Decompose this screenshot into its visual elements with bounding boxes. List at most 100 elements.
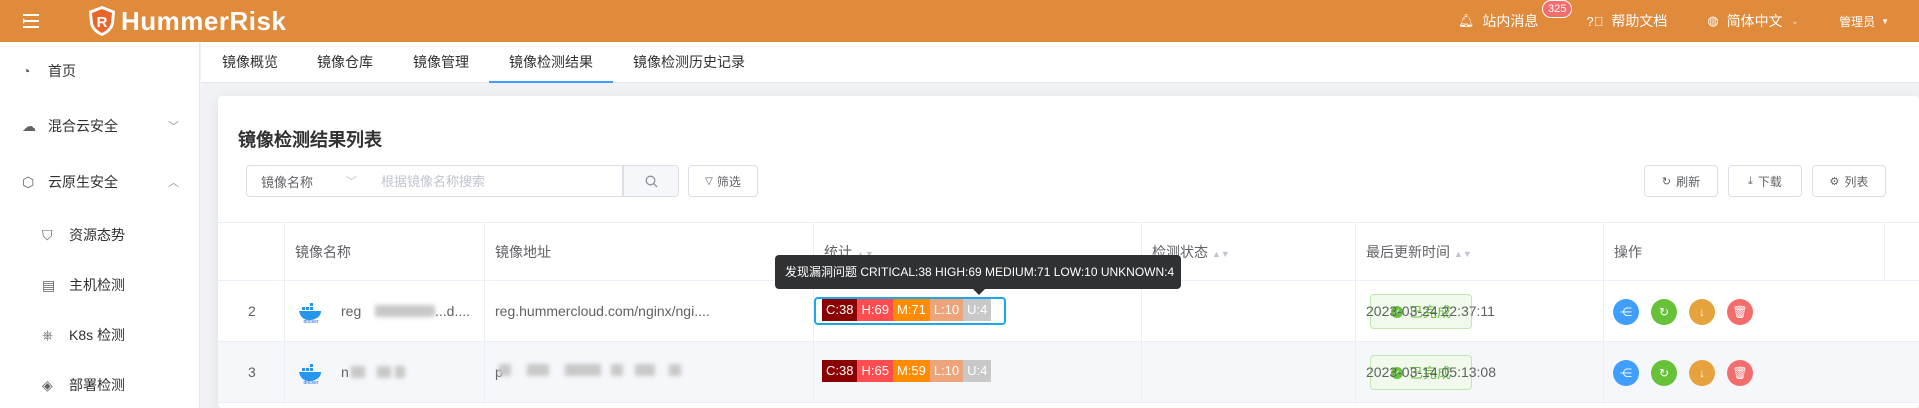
sidebar-item-k8s-detection[interactable]: ⎈ K8s 检测	[0, 315, 200, 355]
messages-count-badge: 325	[1541, 0, 1573, 18]
sidebar-item-label: 主机检测	[69, 277, 125, 293]
docker-icon: docker	[299, 303, 321, 323]
table-row: 2 docker reg ...d.... reg.hummercloud.co…	[218, 281, 1919, 342]
share-icon: ⋲	[1620, 366, 1632, 380]
column-image-address: 镜像地址	[485, 223, 814, 281]
download-icon: ⤓	[1748, 174, 1753, 187]
image-name-cell: docker reg ...d....	[285, 281, 485, 341]
language-selector[interactable]: ◍ 简体中文 ⌄	[1707, 11, 1799, 31]
svg-text:docker: docker	[303, 319, 318, 323]
download-report-button[interactable]: ↓	[1689, 360, 1715, 386]
user-menu[interactable]: 管理员 ▼	[1839, 13, 1889, 30]
image-name-cell: docker n	[285, 342, 485, 402]
svg-text:R: R	[97, 14, 108, 31]
row-index: 2	[218, 281, 285, 341]
tab-bar: 镜像概览 镜像仓库 镜像管理 镜像检测结果 镜像检测历史记录	[201, 42, 1919, 83]
caret-down-icon: ▼	[1881, 16, 1889, 26]
trash-icon: 🗑︎	[1732, 366, 1748, 380]
image-name-suffix: ...d....	[435, 303, 471, 319]
share-button[interactable]: ⋲	[1613, 360, 1639, 386]
app-logo[interactable]: R HummerRisk	[87, 5, 286, 37]
share-button[interactable]: ⋲	[1613, 299, 1639, 325]
redacted-text	[375, 305, 435, 317]
sidebar-item-label: 资源态势	[69, 227, 125, 243]
redacted-text	[499, 364, 511, 376]
download-report-button[interactable]: ↓	[1689, 299, 1715, 325]
image-address-cell: p	[485, 342, 814, 402]
cloud-icon: ☁︎	[22, 117, 36, 134]
high-count: H:65	[857, 360, 893, 382]
redacted-text	[669, 364, 681, 376]
k8s-wheel-icon: ⎈	[42, 326, 54, 343]
status-cell	[1142, 342, 1356, 402]
sort-icon[interactable]: ▲▼	[1212, 249, 1230, 259]
site-messages-button[interactable]: 🔔︎ 站内消息 325	[1458, 0, 1573, 31]
top-header: R HummerRisk 🔔︎ 站内消息 325 ?⃝ 帮助文档 ◍ 简体中文 …	[0, 0, 1919, 42]
results-card: 镜像检测结果列表 镜像名称 ﹀ ▽ 筛选 ↻ 刷新 ⤓ 下载 ⚙︎ 列表 镜像名…	[218, 96, 1919, 408]
status-cell	[1142, 281, 1356, 341]
menu-toggle-icon[interactable]	[0, 0, 62, 42]
server-icon: ▤	[42, 276, 56, 293]
select-value: 镜像名称	[261, 174, 314, 190]
rescan-button[interactable]: ↻	[1651, 299, 1677, 325]
site-messages-label: 站内消息	[1482, 13, 1539, 29]
hummerrisk-shield-icon: R	[89, 6, 115, 36]
chevron-up-icon: ︿	[168, 177, 179, 189]
chevron-down-icon: ﹀	[168, 121, 179, 133]
redacted-text	[527, 364, 549, 376]
critical-count: C:38	[822, 360, 858, 382]
hexagon-nodes-icon: ⬡	[22, 173, 35, 190]
chevron-down-icon: ⌄	[1790, 15, 1800, 27]
question-circle-icon: ?⃝	[1586, 13, 1604, 29]
delete-button[interactable]: 🗑︎	[1727, 360, 1753, 386]
tab-image-overview[interactable]: 镜像概览	[222, 42, 278, 83]
vuln-stats[interactable]: C:38 H:65 M:59 L:10 U:4	[822, 360, 992, 382]
sidebar-item-host-detection[interactable]: ▤ 主机检测	[0, 265, 200, 305]
sidebar-item-home[interactable]: ◔ 首页	[0, 51, 200, 91]
tab-image-registry[interactable]: 镜像仓库	[317, 42, 373, 83]
table-row: 3 docker n p C:38 H:65	[218, 342, 1919, 403]
search-field-select[interactable]: 镜像名称 ﹀	[246, 165, 368, 197]
list-columns-button[interactable]: ⚙︎ 列表	[1812, 165, 1886, 197]
tab-image-scan-results[interactable]: 镜像检测结果	[489, 42, 613, 83]
sidebar-item-deploy-detection[interactable]: ◈ 部署检测	[0, 365, 200, 405]
refresh-icon: ↻	[1661, 175, 1672, 188]
layers-icon: ◈	[42, 376, 53, 393]
sidebar-item-resource-posture[interactable]: ⛉ 资源态势	[0, 215, 200, 255]
redacted-text	[377, 366, 391, 378]
sidebar-item-hybrid-cloud[interactable]: ☁︎ 混合云安全 ﹀	[0, 106, 200, 146]
redacted-text	[611, 364, 623, 376]
rescan-button[interactable]: ↻	[1651, 360, 1677, 386]
sort-icon[interactable]: ▲▼	[1454, 249, 1472, 259]
gear-icon: ⚙︎	[1829, 175, 1840, 188]
stats-cell[interactable]: C:38 H:65 M:59 L:10 U:4	[814, 342, 1142, 402]
help-docs-button[interactable]: ?⃝ 帮助文档	[1586, 11, 1667, 31]
sidebar-item-label: 云原生安全	[48, 174, 118, 190]
search-input[interactable]	[367, 165, 623, 197]
search-icon	[645, 175, 657, 187]
chevron-down-icon: ﹀	[346, 176, 357, 188]
filter-button[interactable]: ▽ 筛选	[688, 165, 758, 197]
search-button[interactable]	[623, 165, 679, 197]
download-icon: ↓	[1699, 305, 1705, 319]
trash-icon: 🗑︎	[1732, 305, 1748, 319]
language-label: 简体中文	[1726, 13, 1783, 29]
download-button[interactable]: ⤓ 下载	[1728, 165, 1802, 197]
column-last-updated[interactable]: 最后更新时间 ▲▼	[1356, 223, 1604, 281]
refresh-button-label: 刷新	[1676, 174, 1701, 189]
delete-button[interactable]: 🗑︎	[1727, 299, 1753, 325]
sidebar-item-cloud-native[interactable]: ⬡ 云原生安全 ︿	[0, 162, 200, 202]
globe-icon: ◍	[1707, 13, 1719, 28]
list-button-label: 列表	[1844, 174, 1869, 189]
docker-icon: docker	[299, 364, 321, 384]
refresh-button[interactable]: ↻ 刷新	[1644, 165, 1718, 197]
image-address-cell: reg.hummercloud.com/nginx/ngi....	[485, 281, 814, 341]
medium-count: M:59	[892, 360, 930, 382]
download-icon: ↓	[1699, 366, 1705, 380]
sidebar-item-label: K8s 检测	[69, 327, 126, 343]
tab-image-scan-history[interactable]: 镜像检测历史记录	[633, 42, 745, 83]
tab-image-management[interactable]: 镜像管理	[413, 42, 469, 83]
pie-chart-icon: ◔	[22, 63, 31, 79]
funnel-icon: ▽	[705, 175, 713, 187]
column-actions: 操作	[1604, 223, 1885, 281]
